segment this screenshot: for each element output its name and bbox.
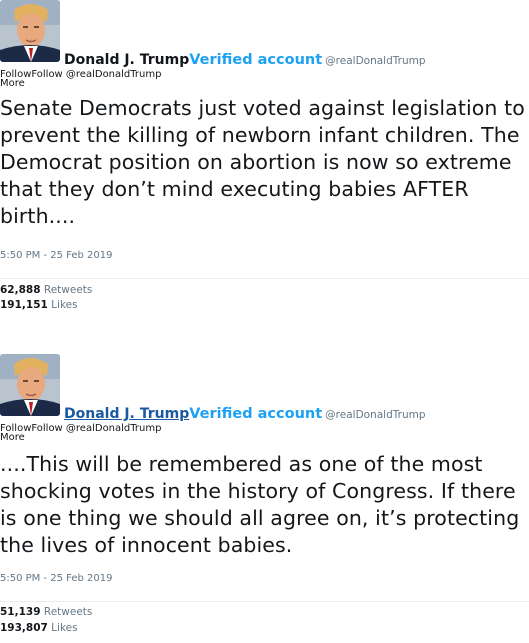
avatar[interactable] bbox=[0, 0, 60, 62]
retweet-number: 62,888 bbox=[0, 284, 41, 296]
follow-row: FollowFollow @realDonaldTrump More bbox=[0, 70, 161, 89]
tweet-text: ....This will be remembered as one of th… bbox=[0, 452, 520, 557]
retweet-label: Retweets bbox=[43, 284, 93, 296]
like-count[interactable]: 191,151 Likes bbox=[0, 299, 78, 311]
avatar[interactable] bbox=[0, 354, 60, 416]
more-button[interactable]: More bbox=[0, 433, 161, 443]
divider bbox=[0, 601, 529, 602]
handle[interactable]: @realDonaldTrump bbox=[325, 409, 425, 421]
timestamp[interactable]: 5:50 PM - 25 Feb 2019 bbox=[0, 250, 113, 261]
verified-badge: Verified account bbox=[189, 406, 323, 422]
account-name-row: Donald J. TrumpVerified account @realDona… bbox=[64, 403, 426, 422]
account-name-row: Donald J. TrumpVerified account @realDona… bbox=[64, 49, 426, 68]
like-label: Likes bbox=[51, 299, 78, 311]
retweet-label: Retweets bbox=[43, 606, 93, 618]
tweet-text: Senate Democrats just voted against legi… bbox=[0, 96, 525, 228]
more-button[interactable]: More bbox=[0, 79, 161, 89]
like-number: 191,151 bbox=[0, 299, 48, 311]
retweet-count[interactable]: 51,139 Retweets bbox=[0, 606, 92, 618]
verified-badge: Verified account bbox=[189, 52, 323, 68]
retweet-number: 51,139 bbox=[0, 606, 41, 618]
timestamp[interactable]: 5:50 PM - 25 Feb 2019 bbox=[0, 573, 113, 584]
display-name[interactable]: Donald J. Trump bbox=[64, 406, 189, 422]
like-number: 193,807 bbox=[0, 622, 48, 634]
follow-row: FollowFollow @realDonaldTrump More bbox=[0, 424, 161, 443]
retweet-count[interactable]: 62,888 Retweets bbox=[0, 284, 92, 296]
like-label: Likes bbox=[51, 622, 78, 634]
display-name[interactable]: Donald J. Trump bbox=[64, 52, 189, 68]
divider bbox=[0, 278, 529, 279]
handle[interactable]: @realDonaldTrump bbox=[325, 55, 425, 67]
like-count[interactable]: 193,807 Likes bbox=[0, 622, 78, 634]
